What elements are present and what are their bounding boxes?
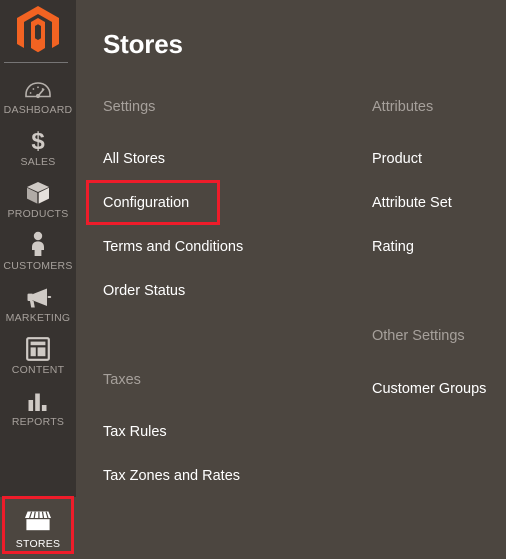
storefront-icon [23, 509, 53, 535]
sidebar-item-marketing[interactable]: MARKETING [0, 277, 76, 329]
menu-link-order-status[interactable]: Order Status [103, 282, 185, 300]
menu-link-terms-and-conditions[interactable]: Terms and Conditions [103, 238, 243, 256]
page-title: Stores [103, 29, 183, 60]
menu-group-title-attributes: Attributes [372, 99, 434, 115]
sidebar-item-customers[interactable]: CUSTOMERS [0, 225, 76, 277]
sidebar-item-sales[interactable]: $ SALES [0, 121, 76, 173]
sidebar-item-reports[interactable]: REPORTS [0, 381, 76, 433]
dollar-icon: $ [28, 127, 48, 153]
sidebar-item-products[interactable]: PRODUCTS [0, 173, 76, 225]
sidebar-item-label: DASHBOARD [3, 103, 73, 116]
menu-group-title-other-settings: Other Settings [372, 328, 465, 344]
magento-logo-icon [16, 6, 60, 56]
person-icon [28, 231, 48, 257]
stores-menu-columns: Settings All Stores Configuration Terms … [76, 86, 506, 516]
menu-link-configuration[interactable]: Configuration [103, 194, 189, 212]
sidebar-item-label: CONTENT [11, 363, 65, 376]
menu-link-tax-zones-and-rates[interactable]: Tax Zones and Rates [103, 467, 240, 485]
svg-text:$: $ [31, 128, 45, 153]
admin-page: DASHBOARD $ SALES PRODUCTS CUSTOMERS MAR… [0, 0, 506, 559]
menu-link-customer-groups[interactable]: Customer Groups [372, 380, 486, 398]
sidebar-nav: DASHBOARD $ SALES PRODUCTS CUSTOMERS MAR… [0, 63, 76, 433]
menu-link-rating[interactable]: Rating [372, 238, 414, 256]
bar-chart-icon [26, 387, 50, 413]
menu-link-tax-rules[interactable]: Tax Rules [103, 423, 167, 441]
sidebar-item-label: SALES [20, 155, 56, 168]
sidebar-item-label: MARKETING [5, 311, 71, 324]
menu-group-title-settings: Settings [103, 99, 156, 115]
gauge-icon [25, 75, 51, 101]
admin-sidebar: DASHBOARD $ SALES PRODUCTS CUSTOMERS MAR… [0, 0, 76, 559]
sidebar-item-label: REPORTS [11, 415, 65, 428]
menu-link-all-stores[interactable]: All Stores [103, 150, 165, 168]
sidebar-item-label: STORES [15, 537, 61, 550]
layout-icon [26, 335, 50, 361]
menu-link-attribute-set[interactable]: Attribute Set [372, 194, 452, 212]
sidebar-item-content[interactable]: CONTENT [0, 329, 76, 381]
sidebar-item-dashboard[interactable]: DASHBOARD [0, 69, 76, 121]
sidebar-divider [4, 62, 68, 63]
menu-link-product[interactable]: Product [372, 150, 422, 168]
sidebar-item-label: PRODUCTS [7, 207, 69, 220]
box-icon [25, 179, 51, 205]
sidebar-item-stores[interactable]: STORES [0, 497, 76, 559]
stores-menu-panel: Stores Settings All Stores Configuration… [76, 0, 506, 559]
menu-group-title-taxes: Taxes [103, 372, 141, 388]
sidebar-item-label: CUSTOMERS [3, 259, 73, 272]
magento-logo[interactable] [0, 0, 76, 62]
megaphone-icon [24, 283, 52, 309]
